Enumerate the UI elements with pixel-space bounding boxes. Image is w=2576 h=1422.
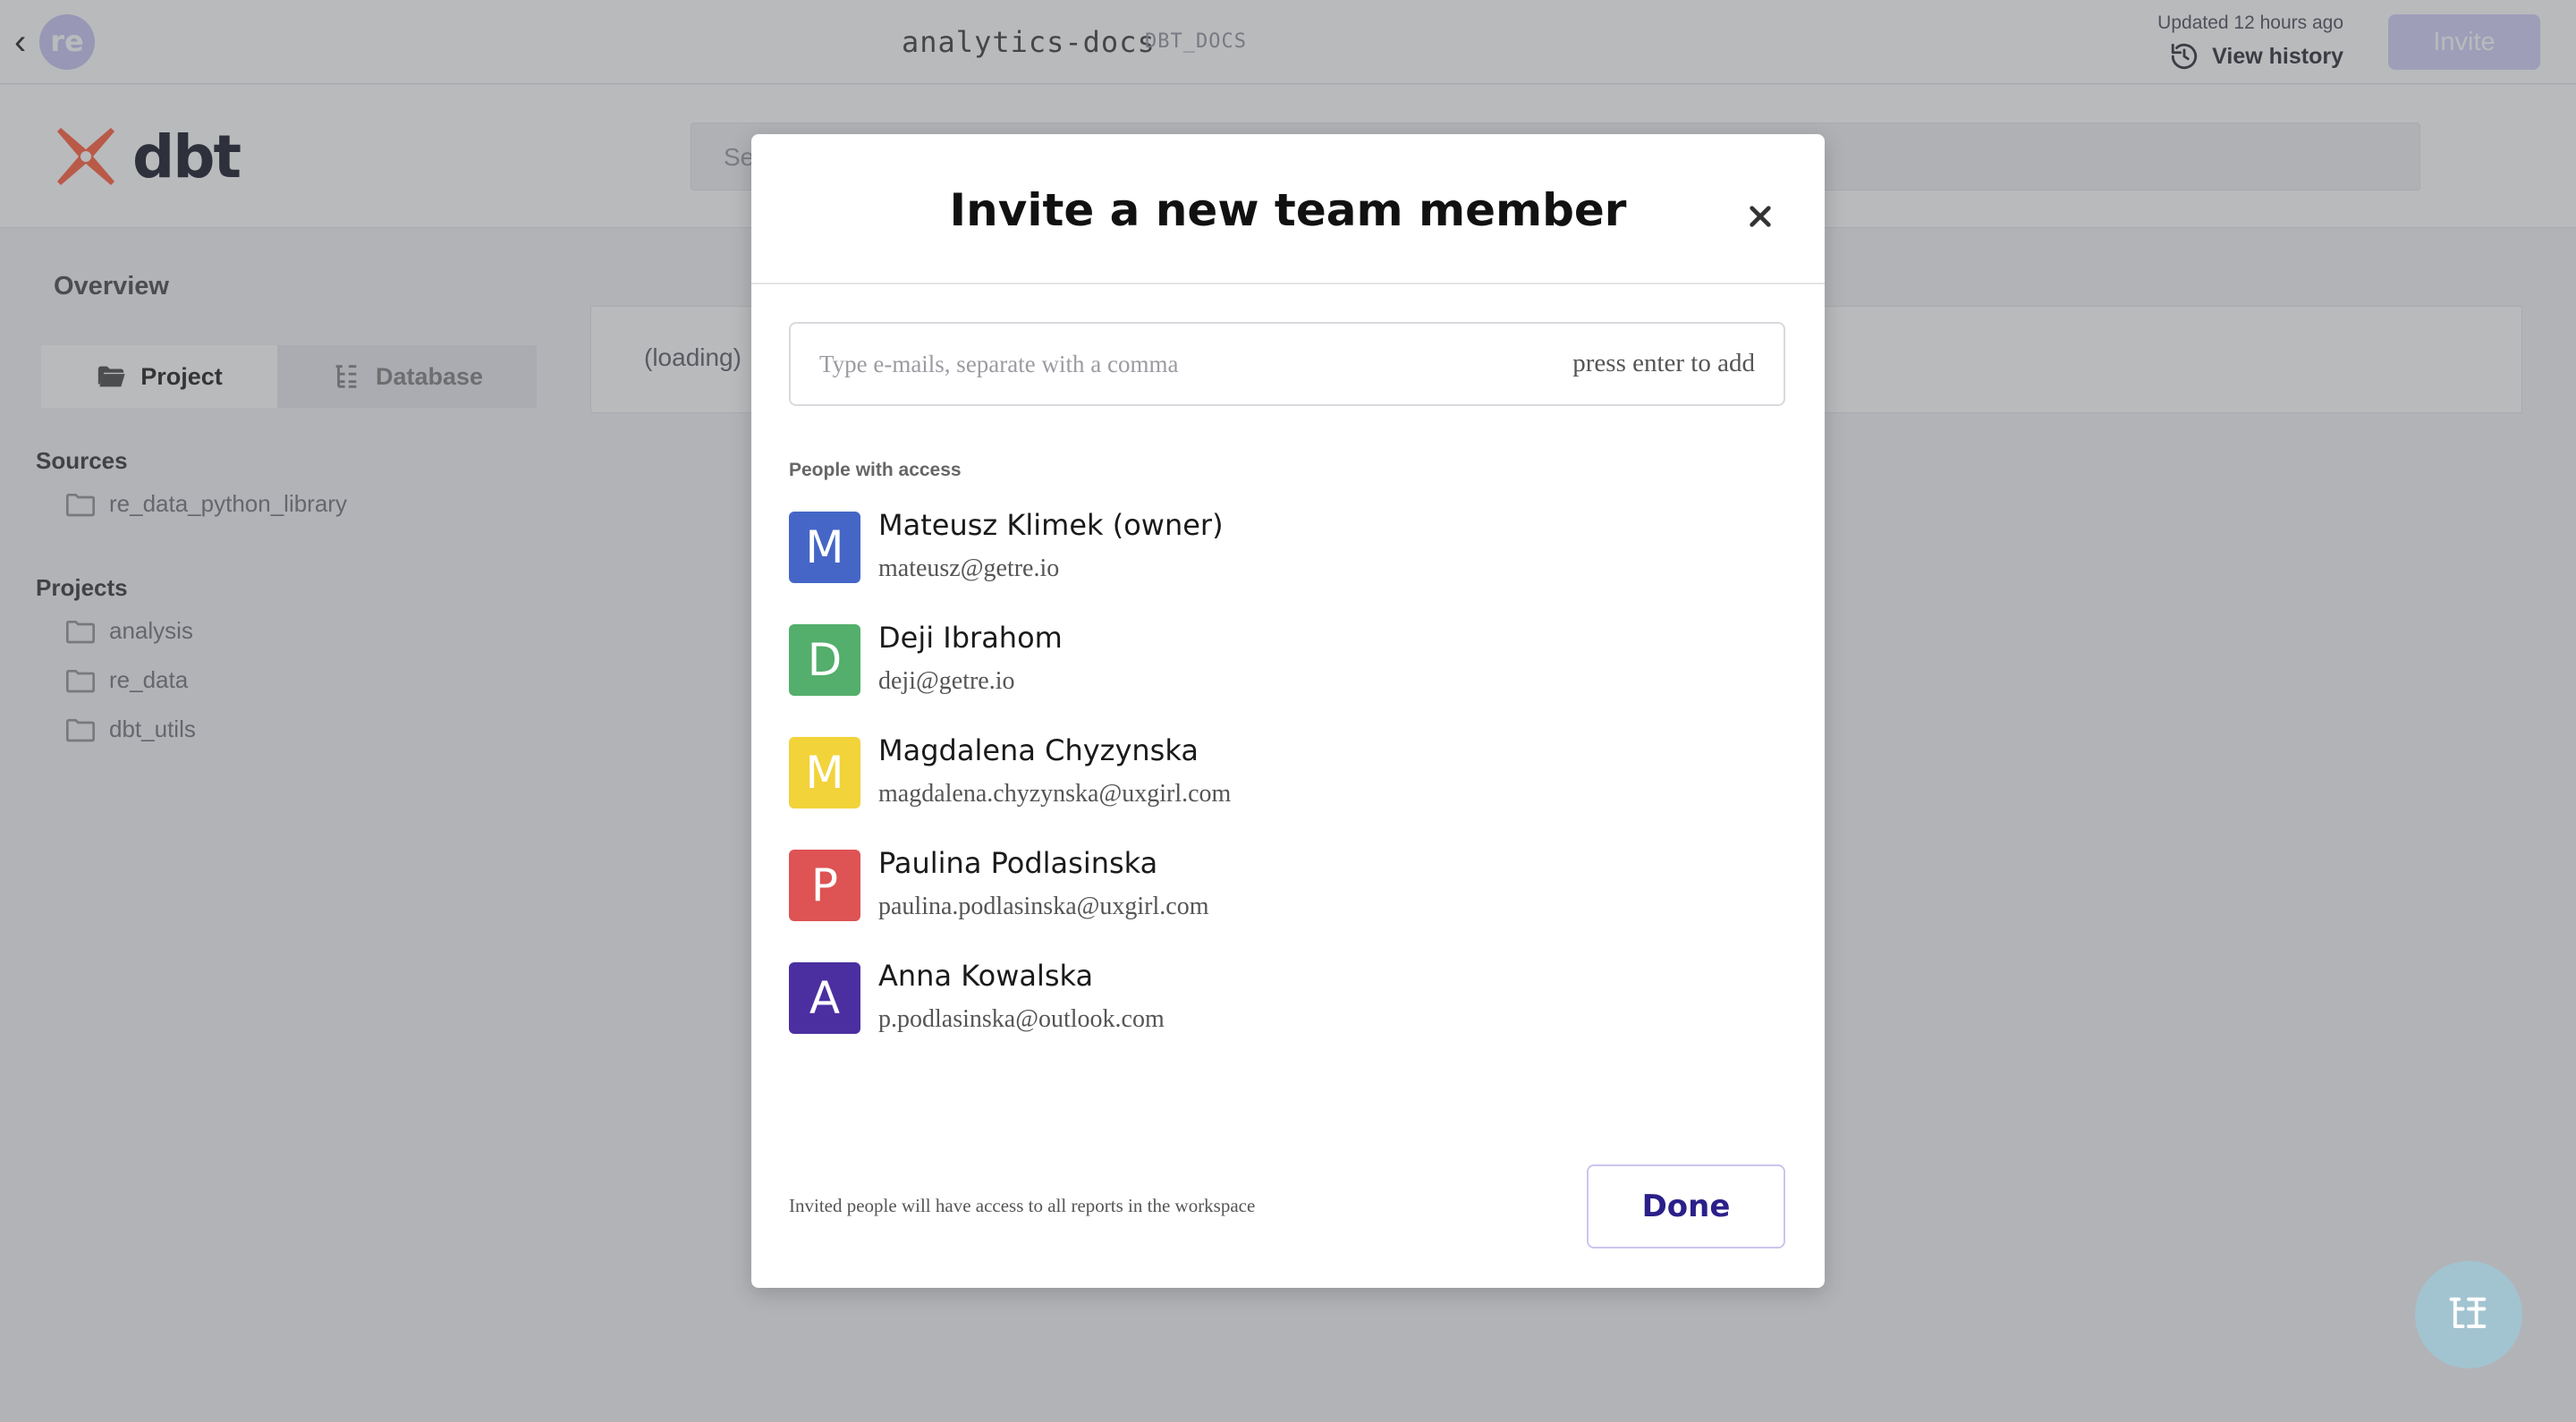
done-button[interactable]: Done [1587, 1164, 1785, 1248]
person-name: Paulina Podlasinska [878, 846, 1158, 880]
avatar: D [789, 624, 860, 696]
modal-divider [751, 283, 1825, 284]
person-name: Mateusz Klimek (owner) [878, 508, 1224, 542]
person-email: deji@getre.io [878, 667, 1015, 695]
person-row: M Mateusz Klimek (owner) mateusz@getre.i… [789, 508, 1773, 588]
avatar: M [789, 737, 860, 808]
person-row: P Paulina Podlasinska paulina.podlasinsk… [789, 846, 1773, 927]
person-email: mateusz@getre.io [878, 554, 1060, 582]
lineage-fab-button[interactable] [2415, 1261, 2522, 1368]
person-row: A Anna Kowalska p.podlasinska@outlook.co… [789, 959, 1773, 1039]
person-email: paulina.podlasinska@uxgirl.com [878, 893, 1209, 920]
avatar: M [789, 512, 860, 583]
enter-hint: press enter to add [1572, 349, 1755, 377]
avatar: P [789, 850, 860, 921]
person-row: D Deji Ibrahom deji@getre.io [789, 621, 1773, 701]
access-note: Invited people will have access to all r… [789, 1195, 1256, 1216]
person-row: M Magdalena Chyzynska magdalena.chyzynsk… [789, 733, 1773, 814]
person-name: Deji Ibrahom [878, 621, 1063, 655]
person-name: Anna Kowalska [878, 959, 1094, 993]
person-email: p.podlasinska@outlook.com [878, 1005, 1165, 1033]
tree-icon [2449, 1297, 2487, 1328]
email-input-field: press enter to add [789, 322, 1785, 406]
avatar: A [789, 962, 860, 1034]
email-input[interactable] [791, 324, 1533, 404]
modal-title: Invite a new team member [949, 184, 1627, 236]
invite-modal: Invite a new team member press enter to … [751, 134, 1825, 1288]
people-heading: People with access [789, 460, 962, 480]
person-name: Magdalena Chyzynska [878, 733, 1199, 767]
close-button[interactable] [1737, 193, 1784, 240]
close-icon [1750, 206, 1771, 227]
person-email: magdalena.chyzynska@uxgirl.com [878, 780, 1232, 808]
